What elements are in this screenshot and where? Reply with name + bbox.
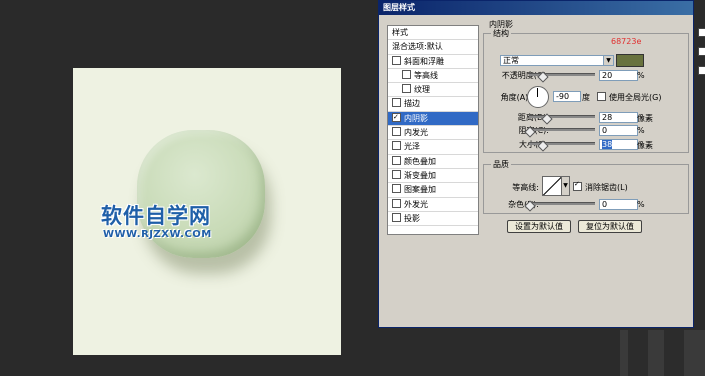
style-list-label: 混合选项:默认 (392, 42, 443, 52)
document-canvas[interactable]: 软件自学网 WWW.RJZXW.COM (73, 68, 341, 355)
style-list-item[interactable]: 混合选项:默认 (388, 40, 478, 55)
background-panel (620, 330, 705, 376)
side-checkbox[interactable] (698, 47, 705, 56)
style-list-item[interactable]: 斜面和浮雕 (388, 55, 478, 69)
style-list-label: 内阴影 (404, 113, 428, 123)
style-list-label: 样式 (392, 28, 408, 37)
style-list-item[interactable]: 光泽 (388, 140, 478, 155)
global-light-option[interactable]: 使用全局光(G) (597, 92, 661, 103)
canvas-area: 软件自学网 WWW.RJZXW.COM (0, 0, 380, 376)
size-value: 38 (602, 140, 613, 149)
size-input[interactable]: 38 (599, 139, 638, 150)
contour-preview[interactable] (542, 176, 562, 196)
style-list-label: 内发光 (404, 128, 428, 138)
layer-style-dialog: 图层样式 样式混合选项:默认斜面和浮雕等高线纹理描边内阴影内发光光泽颜色叠加渐变… (378, 0, 694, 328)
style-list-label: 投影 (404, 213, 420, 223)
dialog-title: 图层样式 (379, 1, 693, 15)
side-checkbox[interactable] (698, 66, 705, 75)
style-checkbox[interactable] (402, 84, 411, 94)
style-checkbox[interactable] (392, 155, 401, 165)
antialias-label: 消除锯齿(L) (585, 183, 628, 192)
global-light-label: 使用全局光(G) (609, 93, 662, 102)
panel-column (664, 330, 684, 376)
style-list-item[interactable]: 等高线 (388, 69, 478, 84)
antialias-option[interactable]: 消除锯齿(L) (573, 180, 628, 193)
noise-input[interactable]: 0 (599, 199, 638, 210)
contour-label: 等高线: (512, 183, 539, 192)
style-checkbox[interactable] (392, 198, 401, 208)
style-list-label: 外发光 (404, 199, 428, 209)
opacity-unit: % (637, 71, 645, 80)
style-list-item[interactable]: 样式 (388, 26, 478, 41)
angle-unit: 度 (582, 93, 590, 102)
style-checkbox[interactable] (392, 212, 401, 222)
set-default-button[interactable]: 设置为默认值 (507, 220, 571, 233)
style-list-item[interactable]: 颜色叠加 (388, 155, 478, 169)
style-checkbox[interactable] (392, 141, 401, 151)
side-checkboxes (698, 28, 705, 85)
angle-label: 角度(A): (500, 93, 531, 102)
style-list-item[interactable]: 纹理 (388, 83, 478, 98)
style-checkbox[interactable] (392, 98, 401, 108)
style-checkbox[interactable] (392, 55, 401, 65)
color-annotation: 68723e (611, 37, 642, 46)
chevron-down-icon[interactable]: ▼ (561, 176, 570, 196)
style-checkbox[interactable] (392, 184, 401, 194)
style-list-label: 等高线 (414, 70, 438, 80)
styles-list: 样式混合选项:默认斜面和浮雕等高线纹理描边内阴影内发光光泽颜色叠加渐变叠加图案叠… (387, 25, 479, 235)
distance-slider[interactable] (529, 115, 595, 118)
style-checkbox[interactable] (392, 169, 401, 179)
style-list-item[interactable]: 描边 (388, 97, 478, 112)
reset-default-button[interactable]: 复位为默认值 (578, 220, 642, 233)
distance-input[interactable]: 28 (599, 112, 638, 123)
style-checkbox[interactable] (392, 127, 401, 137)
quality-title: 品质 (491, 159, 511, 170)
structure-title: 结构 (491, 28, 511, 39)
side-checkbox[interactable] (698, 28, 705, 37)
choke-unit: % (637, 126, 645, 135)
global-light-checkbox[interactable] (597, 92, 606, 101)
choke-input[interactable]: 0 (599, 125, 638, 136)
watermark-url: WWW.RJZXW.COM (103, 229, 212, 240)
style-list-item[interactable]: 内阴影 (388, 111, 478, 127)
style-list-label: 图案叠加 (404, 185, 436, 195)
style-list-item[interactable]: 外发光 (388, 198, 478, 212)
panel-column (628, 330, 648, 376)
antialias-checkbox[interactable] (573, 180, 582, 191)
style-list-item[interactable]: 渐变叠加 (388, 169, 478, 184)
choke-slider[interactable] (529, 128, 595, 131)
blend-mode-select[interactable]: 正常 ▼ (500, 55, 614, 66)
distance-unit: 像素 (637, 114, 653, 123)
opacity-input[interactable]: 20 (599, 70, 638, 81)
style-list-label: 描边 (404, 99, 420, 109)
style-list-item[interactable]: 投影 (388, 212, 478, 227)
style-list-item[interactable]: 内发光 (388, 126, 478, 141)
blend-mode-value: 正常 (503, 56, 519, 65)
noise-unit: % (637, 200, 645, 209)
watermark-title: 软件自学网 (101, 204, 211, 228)
style-list-label: 斜面和浮雕 (404, 56, 444, 66)
angle-input[interactable]: -90 (553, 91, 581, 102)
angle-dial[interactable] (527, 86, 549, 108)
size-unit: 像素 (637, 141, 653, 150)
style-list-label: 光泽 (404, 142, 420, 152)
shadow-color-swatch[interactable] (616, 54, 644, 67)
noise-slider[interactable] (529, 202, 595, 205)
style-list-label: 纹理 (414, 85, 430, 95)
style-list-label: 颜色叠加 (404, 156, 436, 166)
style-list-label: 渐变叠加 (404, 170, 436, 180)
chevron-down-icon[interactable]: ▼ (603, 56, 613, 65)
style-checkbox[interactable] (392, 111, 401, 124)
style-checkbox[interactable] (402, 69, 411, 79)
style-list-item[interactable]: 图案叠加 (388, 183, 478, 198)
